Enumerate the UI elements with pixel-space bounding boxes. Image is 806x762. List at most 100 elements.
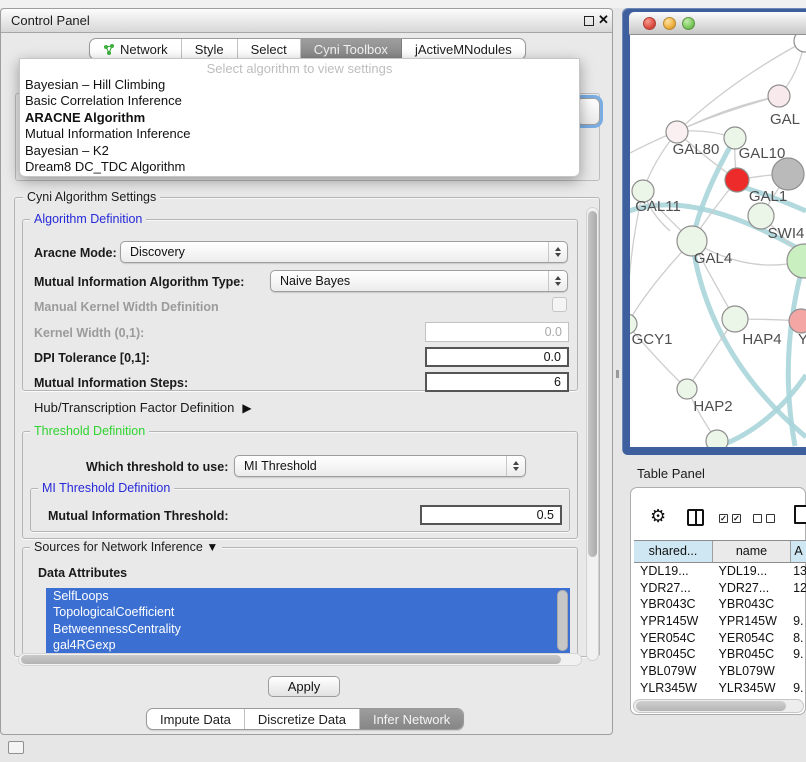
algorithm-list: Bayesian – Hill ClimbingBasic Correlatio… [24,77,575,175]
table-body: YDL19...YDL19...13YDR27...YDR27...12YBR0… [634,563,806,700]
algorithm-option[interactable]: ARACNE Algorithm [24,110,575,126]
gear-icon[interactable]: ⚙ [650,506,666,527]
algorithm-option[interactable]: Mutual Information Inference [24,126,575,142]
apply-button[interactable]: Apply [268,676,340,697]
minimize-traffic-light-icon[interactable] [663,17,676,30]
table-cell: YBL079W [713,663,791,680]
close-icon[interactable]: ✕ [598,12,609,28]
combo-arrows-icon [548,271,567,291]
data-attribute-item[interactable]: SelfLoops [46,588,570,604]
network-icon [103,43,115,55]
split-columns-icon[interactable] [687,509,704,526]
tab-label: Infer Network [373,712,450,727]
table-row[interactable]: YDR27...YDR27...12 [634,580,806,597]
mi-algorithm-type-combobox[interactable]: Naive Bayes [270,270,568,292]
control-panel-window: Control Panel ✕ NetworkStyleSelectCyni T… [0,8,613,735]
mi-threshold-field[interactable]: 0.5 [420,505,562,525]
collapsed-panel-icon[interactable] [8,741,24,754]
network-edge[interactable] [677,96,779,132]
table-row[interactable]: YPR145WYPR145W9. [634,613,806,630]
data-attributes-list[interactable]: SelfLoopsTopologicalCoefficientBetweenne… [46,588,570,653]
network-canvas[interactable]: GALGAL80GAL10GAL1GAL11SWI4GAL4GCY1HAP4YH… [630,35,806,447]
network-graph[interactable]: GALGAL80GAL10GAL1GAL11SWI4GAL4GCY1HAP4YH… [630,35,806,447]
tab-infer-network[interactable]: Infer Network [360,709,463,729]
zoom-traffic-light-icon[interactable] [682,17,695,30]
select-all-columns-icon[interactable]: ✓ ✓ [719,514,741,523]
table-cell: YDL19... [713,563,791,580]
which-threshold-label: Which threshold to use: [86,460,228,474]
table-row[interactable]: YBR045CYBR045C9. [634,646,806,663]
scrollbar-thumb[interactable] [636,701,786,711]
manual-kernel-width-checkbox[interactable] [552,297,567,312]
column-header-shared...[interactable]: shared... [634,541,713,562]
settings-group-title: Cyni Algorithm Settings [23,190,160,204]
table-cell: 13 [790,563,806,580]
network-node-gal1[interactable] [725,168,749,192]
table-cell [790,663,806,680]
aracne-mode-combobox[interactable]: Discovery [120,241,568,263]
combo-arrows-icon [548,242,567,262]
table-row[interactable]: YER054CYER054C8. [634,630,806,647]
table-row[interactable]: YBL079WYBL079W [634,663,806,680]
network-node-gal80[interactable] [666,121,688,143]
scrollbar-thumb[interactable] [588,211,597,557]
network-node[interactable] [794,35,806,52]
tab-jactivemnodules[interactable]: jActiveMNodules [402,39,525,59]
tab-discretize-data[interactable]: Discretize Data [245,709,360,729]
data-attribute-item[interactable]: TopologicalCoefficient [46,604,570,620]
data-attribute-item[interactable]: gal4RGexp [46,637,570,653]
page-icon[interactable] [794,505,806,524]
tab-label: Impute Data [160,712,231,727]
combo-arrows-icon [506,456,525,476]
settings-vertical-scrollbar[interactable] [586,207,599,661]
tab-impute-data[interactable]: Impute Data [147,709,245,729]
column-header-name[interactable]: name [713,541,791,562]
manual-kernel-width-label: Manual Kernel Width Definition [34,300,219,314]
kernel-width-field[interactable]: 0.0 [425,322,569,342]
table-row[interactable]: YBR043CYBR043C [634,596,806,613]
table-cell: YLR345W [634,680,713,697]
float-panel-icon[interactable] [584,16,594,26]
network-node[interactable] [787,244,806,278]
mi-threshold-group-title: MI Threshold Definition [38,481,174,495]
hub-definition-label: Hub/Transcription Factor Definition [34,400,234,415]
algorithm-option[interactable]: Dream8 DC_TDC Algorithm [24,159,575,175]
table-row[interactable]: YDL19...YDL19...13 [634,563,806,580]
close-traffic-light-icon[interactable] [643,17,656,30]
hub-definition-expander[interactable]: Hub/Transcription Factor Definition ▶ [34,400,252,415]
checked-box-icon: ✓ [719,514,728,523]
attributes-scrollbar[interactable] [557,590,568,651]
collapse-arrow-icon[interactable]: ▼ [206,540,218,554]
data-attribute-item[interactable]: BetweennessCentrality [46,621,570,637]
control-panel-titlebar: Control Panel ✕ [1,9,612,33]
expand-arrow-icon[interactable]: ▶ [242,401,251,415]
table-row[interactable]: YLR345WYLR345W9. [634,680,806,697]
table-cell: YDR27... [634,580,713,597]
algorithm-option[interactable]: Basic Correlation Inference [24,93,575,109]
panel-divider-handle[interactable] [616,370,619,378]
network-node-hap2[interactable] [677,379,697,399]
table-horizontal-scrollbar[interactable] [633,699,804,713]
tab-network[interactable]: Network [90,39,182,59]
algorithm-option[interactable]: Bayesian – K2 [24,143,575,159]
which-threshold-combobox[interactable]: MI Threshold [234,455,526,477]
scrollbar-thumb[interactable] [21,655,561,664]
network-node-hap4[interactable] [722,306,748,332]
tab-style[interactable]: Style [182,39,238,59]
settings-horizontal-scrollbar[interactable] [18,653,582,666]
column-header-A[interactable]: A [791,541,806,562]
tab-cyni-toolbox[interactable]: Cyni Toolbox [301,39,402,59]
network-node-gal[interactable] [768,85,790,107]
network-edge[interactable] [788,261,804,446]
unselect-all-columns-icon[interactable] [753,514,775,523]
mi-steps-field[interactable]: 6 [425,372,569,392]
network-node[interactable] [706,430,728,447]
table-cell: YDR27... [713,580,791,597]
algorithm-option[interactable]: Bayesian – Hill Climbing [24,77,575,93]
network-node-label: GCY1 [632,331,673,348]
dpi-tolerance-field[interactable]: 0.0 [425,347,569,367]
tab-select[interactable]: Select [238,39,301,59]
unchecked-box-icon [753,514,762,523]
network-node[interactable] [772,158,804,190]
tab-label: Discretize Data [258,712,346,727]
